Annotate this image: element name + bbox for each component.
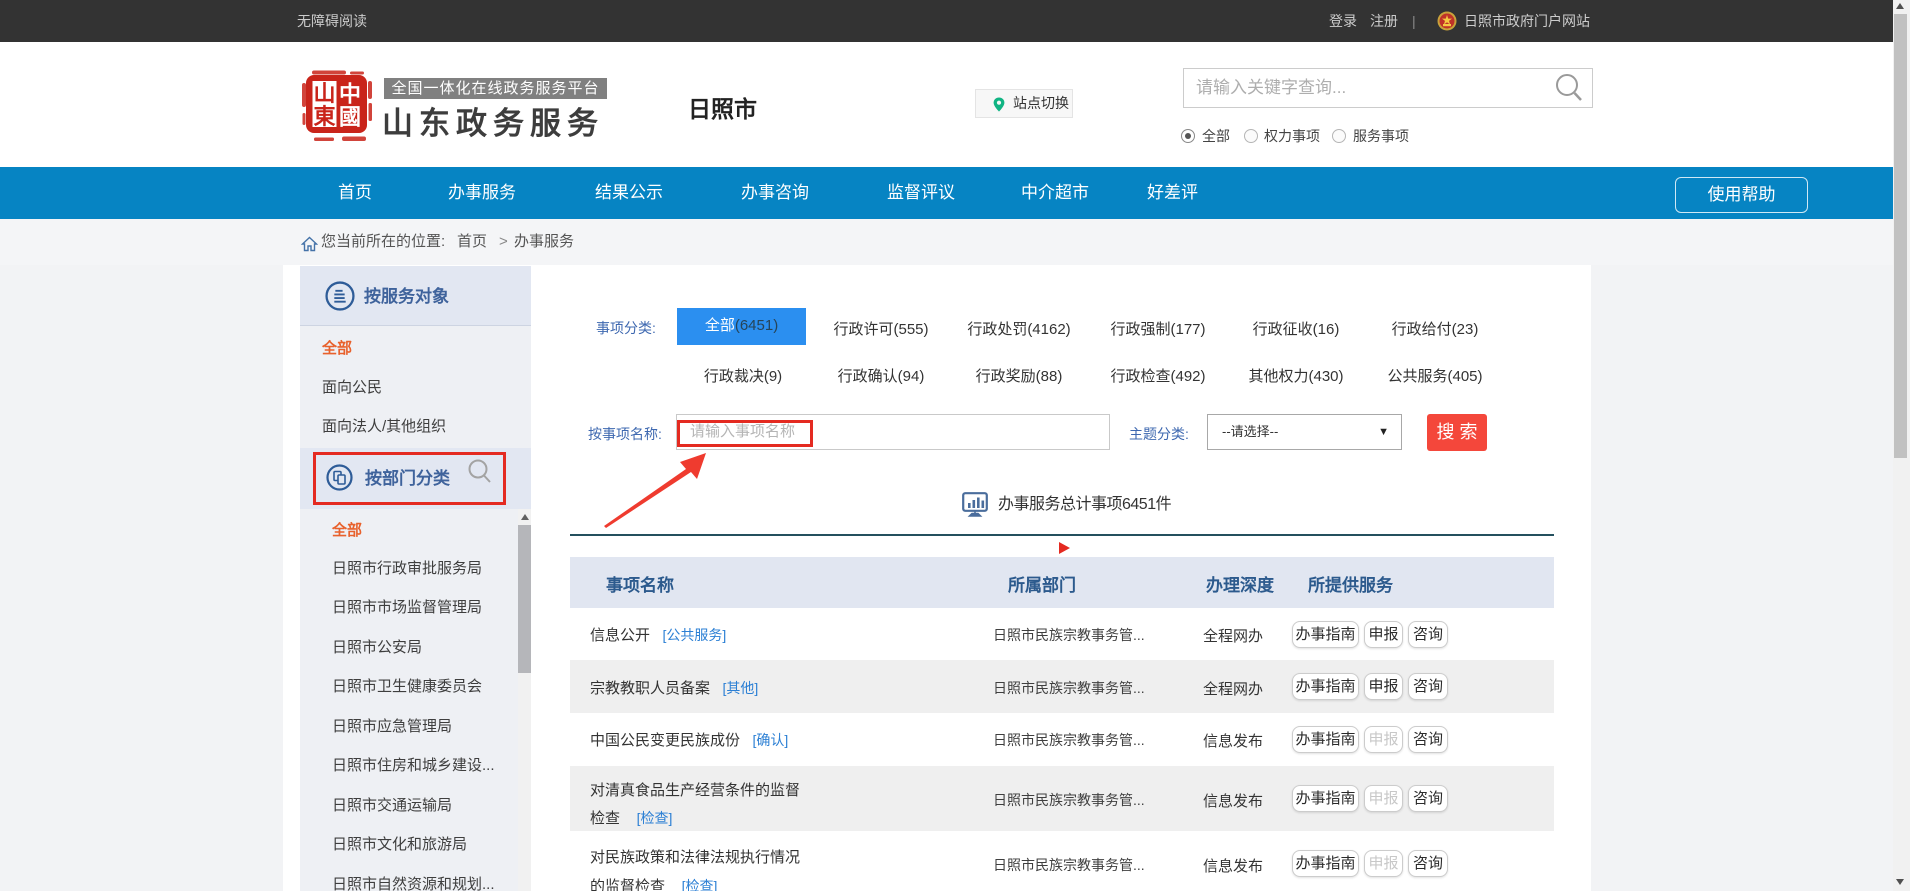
svg-text:山: 山	[313, 81, 335, 106]
svg-text:中: 中	[339, 82, 361, 107]
svg-text:東: 東	[313, 104, 335, 129]
svg-text:國: 國	[339, 105, 361, 130]
